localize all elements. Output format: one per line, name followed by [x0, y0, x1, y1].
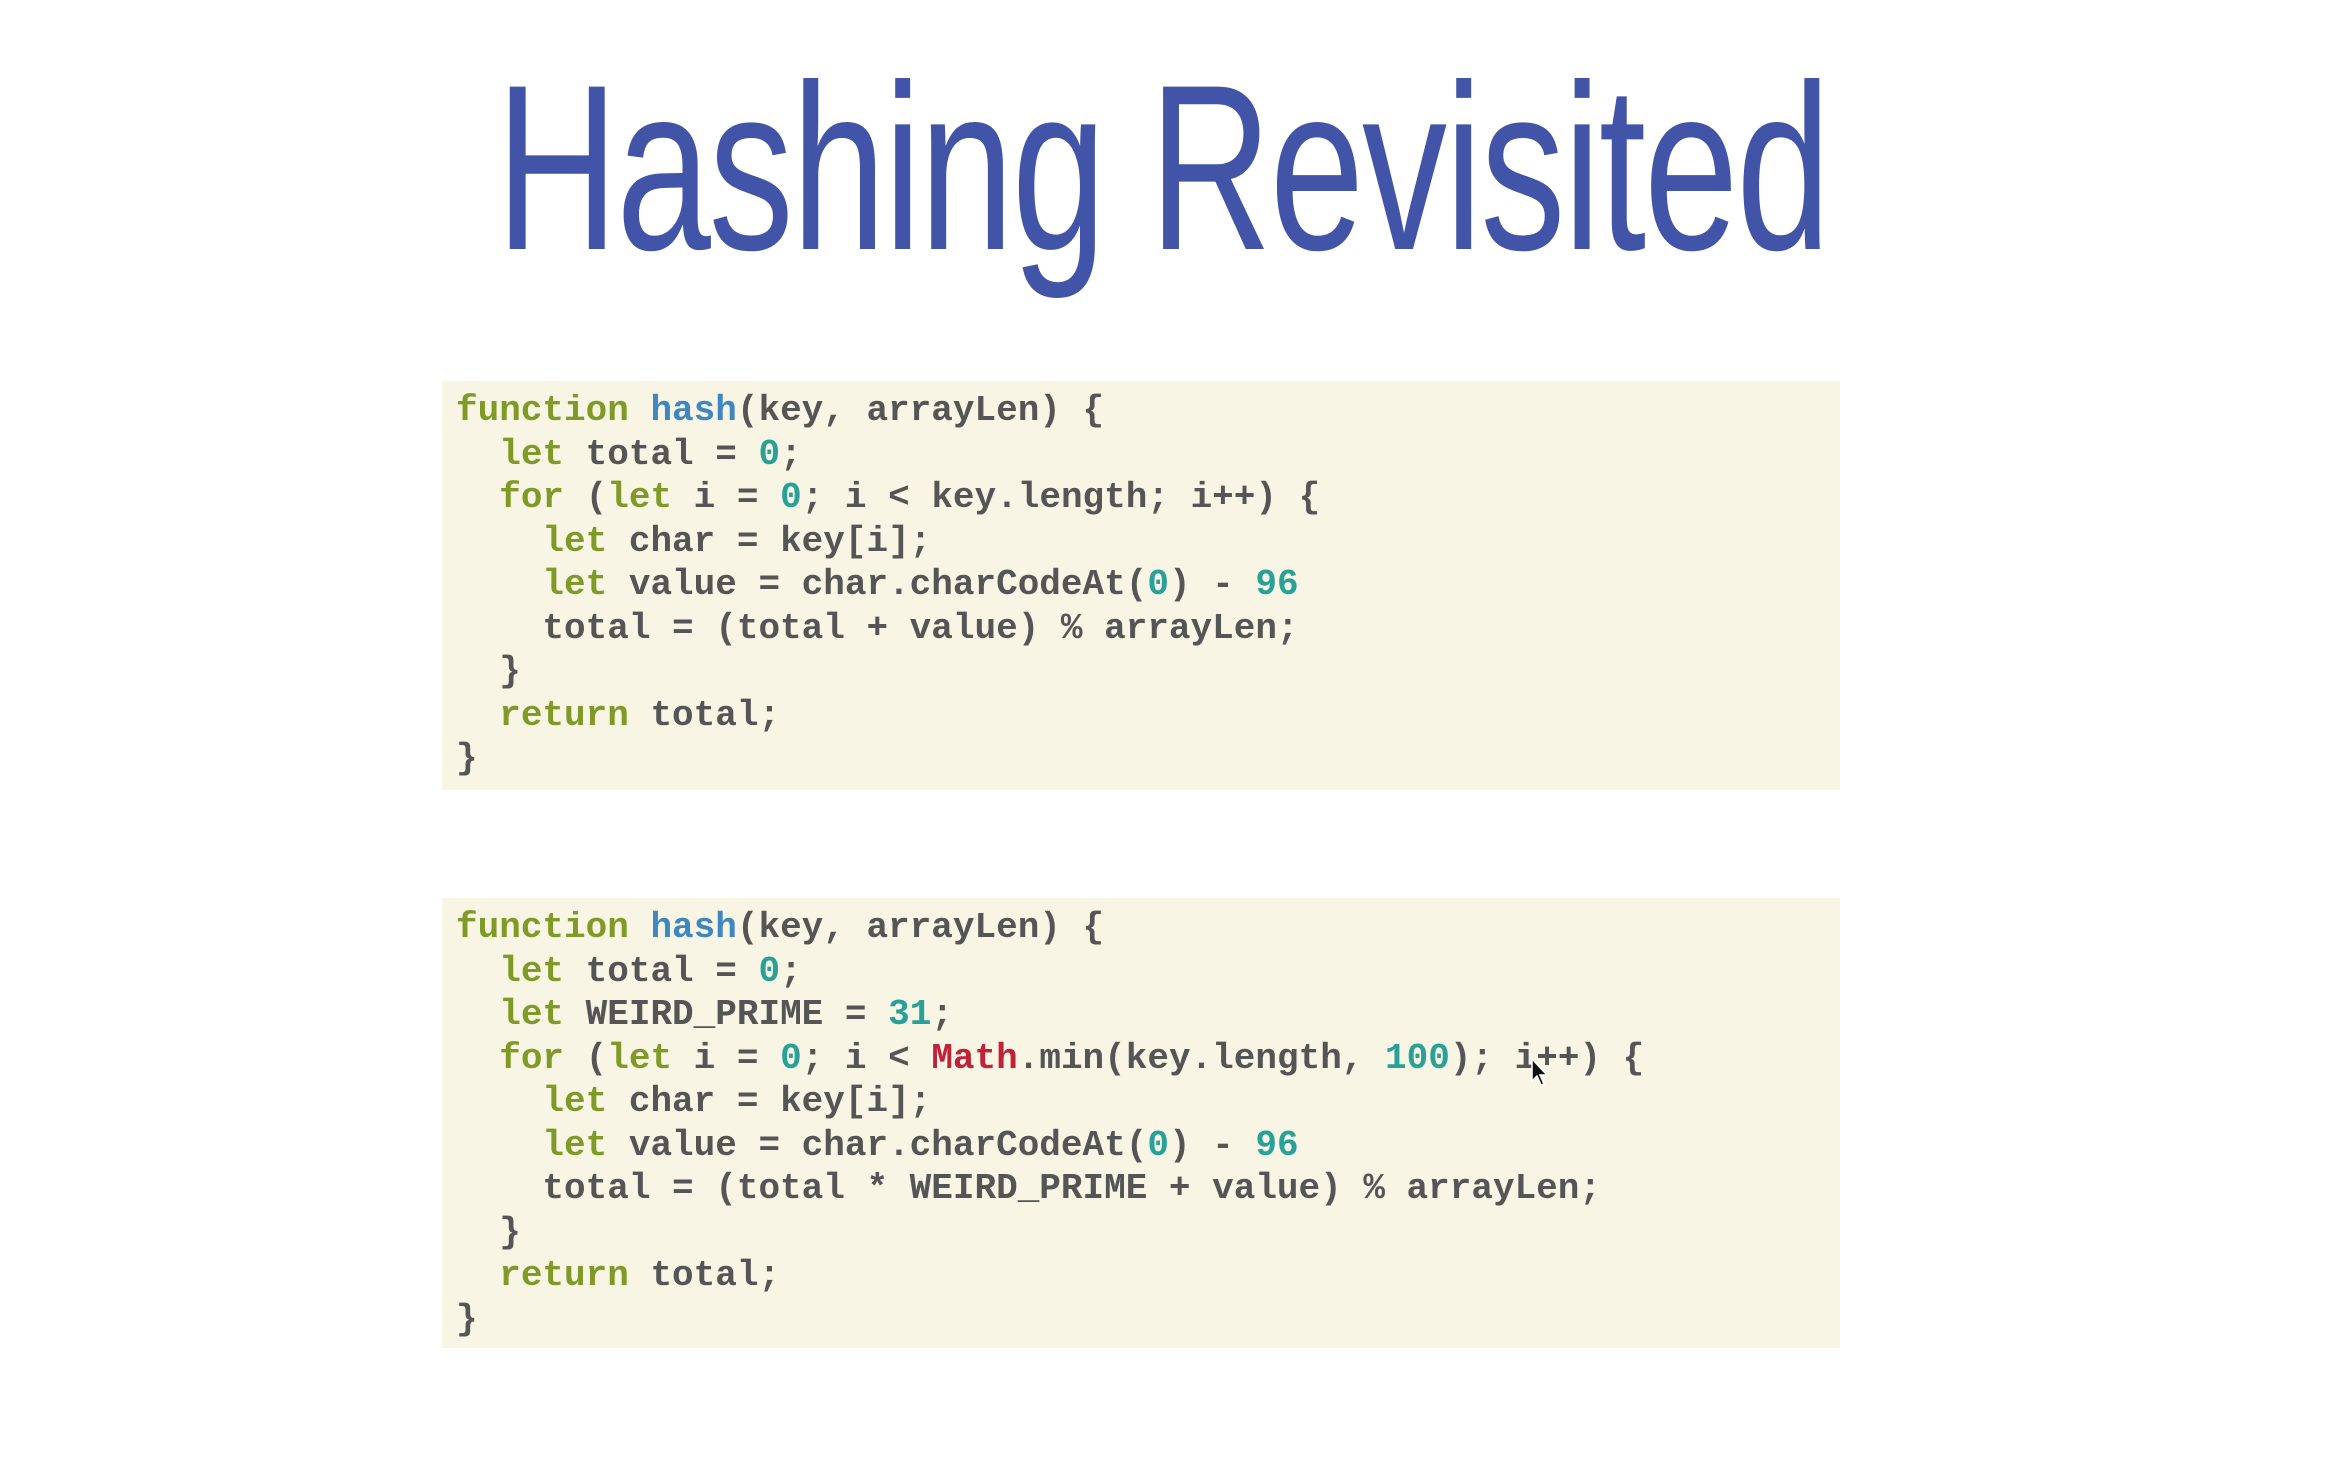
- code-number: 0: [758, 950, 781, 992]
- code-line: let char = key[i];: [456, 1080, 1840, 1124]
- code-line: }: [456, 737, 1840, 781]
- code-block-prime-hash: function hash(key, arrayLen) { let total…: [442, 898, 1840, 1348]
- code-line: let char = key[i];: [456, 520, 1840, 564]
- code-line: total = (total + value) % arrayLen;: [456, 607, 1840, 651]
- code-text: }: [456, 1211, 521, 1253]
- code-keyword: let: [542, 520, 608, 562]
- code-text: total =: [564, 433, 759, 475]
- code-line: function hash(key, arrayLen) {: [456, 906, 1840, 950]
- code-line: }: [456, 650, 1840, 694]
- code-text: ;: [931, 994, 953, 1035]
- code-text: total =: [564, 950, 759, 992]
- code-keyword: let: [499, 994, 565, 1035]
- code-text: ;: [780, 950, 802, 992]
- code-line: return total;: [456, 694, 1840, 738]
- code-keyword: for: [499, 1037, 565, 1079]
- code-keyword: return: [499, 1255, 629, 1296]
- code-text: i =: [672, 477, 781, 518]
- code-line: let value = char.charCodeAt(0) - 96: [456, 563, 1840, 607]
- code-number: 0: [1147, 1124, 1169, 1166]
- code-keyword: let: [607, 1037, 673, 1079]
- code-text: ; i <: [801, 1037, 932, 1079]
- code-line: for (let i = 0; i < key.length; i++) {: [456, 476, 1840, 520]
- code-line: for (let i = 0; i < Math.min(key.length,…: [456, 1037, 1840, 1081]
- code-text: total = (total + value) % arrayLen;: [456, 607, 1299, 649]
- code-number: 0: [1147, 564, 1169, 605]
- code-text: }: [456, 1298, 478, 1340]
- slide: Hashing Revisited function hash(key, arr…: [0, 0, 2330, 1462]
- code-keyword: let: [542, 564, 608, 605]
- code-keyword: function: [456, 907, 629, 948]
- code-text: }: [456, 738, 478, 779]
- code-text: ) -: [1168, 1124, 1256, 1166]
- code-text: ) -: [1168, 564, 1256, 605]
- code-line: let total = 0;: [456, 950, 1840, 994]
- code-keyword: function: [456, 390, 629, 431]
- code-line: function hash(key, arrayLen) {: [456, 389, 1840, 433]
- code-text: (: [564, 477, 608, 518]
- code-text: total;: [628, 1255, 781, 1296]
- code-number: 96: [1255, 1124, 1299, 1166]
- code-number: 31: [888, 994, 932, 1035]
- slide-title: Hashing Revisited: [495, 36, 1831, 300]
- code-line: }: [456, 1211, 1840, 1255]
- code-number: 0: [758, 433, 781, 475]
- code-number: 100: [1385, 1037, 1450, 1079]
- code-line: return total;: [456, 1254, 1840, 1298]
- code-block-original-hash: function hash(key, arrayLen) { let total…: [442, 381, 1840, 790]
- code-text: ;: [780, 433, 802, 475]
- code-builtin: Math: [931, 1037, 1018, 1079]
- code-text: value = char.charCodeAt(: [607, 564, 1148, 605]
- code-text: total;: [628, 694, 781, 736]
- code-number: 0: [780, 477, 802, 518]
- code-keyword: let: [542, 1081, 608, 1122]
- code-keyword: let: [542, 1124, 608, 1166]
- code-keyword: let: [607, 477, 673, 518]
- code-line: }: [456, 1298, 1840, 1342]
- code-number: 96: [1255, 564, 1299, 605]
- code-text: total = (total * WEIRD_PRIME + value) % …: [456, 1168, 1601, 1209]
- code-line: let total = 0;: [456, 433, 1840, 477]
- code-line: let WEIRD_PRIME = 31;: [456, 993, 1840, 1037]
- code-text: (key, arrayLen) {: [736, 907, 1105, 948]
- code-keyword: for: [499, 477, 565, 518]
- code-text: WEIRD_PRIME =: [564, 994, 889, 1035]
- code-text: value = char.charCodeAt(: [607, 1124, 1148, 1166]
- code-text: char = key[i];: [607, 520, 932, 562]
- code-text: (: [564, 1037, 608, 1079]
- code-text: ; i < key.length; i++) {: [801, 477, 1321, 518]
- code-keyword: return: [499, 694, 629, 736]
- code-text: char = key[i];: [607, 1081, 932, 1122]
- code-text: .min(key.length,: [1017, 1037, 1386, 1079]
- code-text: }: [456, 651, 521, 692]
- code-text: (key, arrayLen) {: [736, 390, 1105, 431]
- code-keyword: let: [499, 433, 565, 475]
- code-number: 0: [780, 1037, 802, 1079]
- code-function-name: hash: [650, 390, 737, 431]
- code-line: let value = char.charCodeAt(0) - 96: [456, 1124, 1840, 1168]
- code-text: i =: [672, 1037, 781, 1079]
- code-function-name: hash: [650, 907, 737, 948]
- code-line: total = (total * WEIRD_PRIME + value) % …: [456, 1167, 1840, 1211]
- code-keyword: let: [499, 950, 565, 992]
